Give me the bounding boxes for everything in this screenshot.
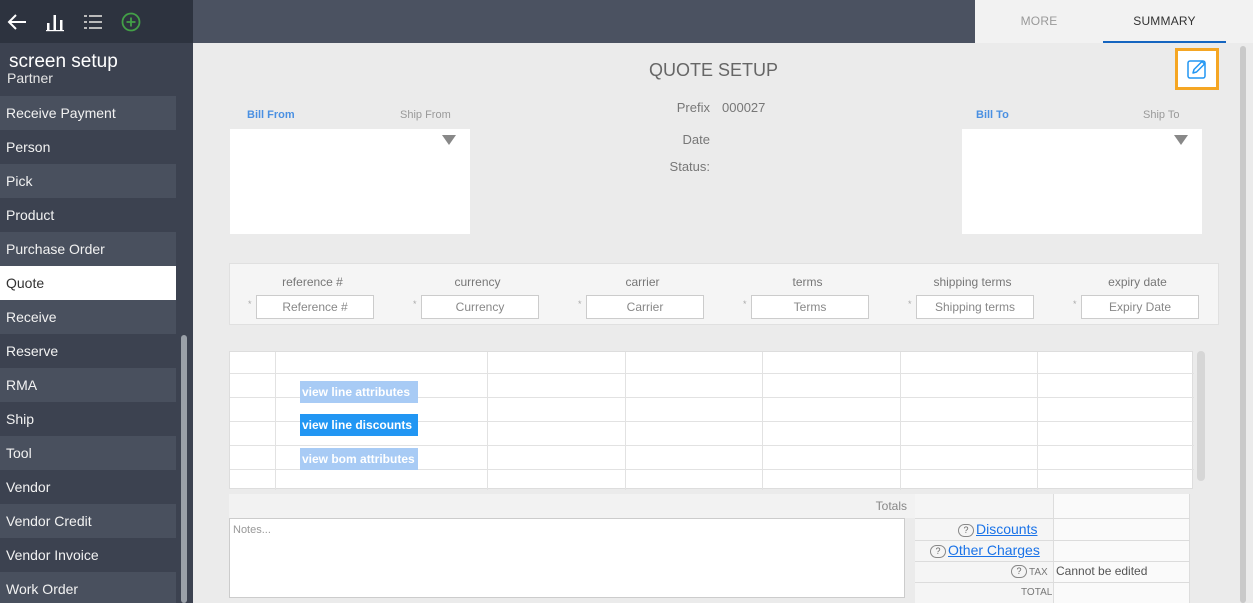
shipping-terms-input[interactable] [916, 295, 1034, 319]
from-address-box[interactable] [230, 129, 470, 234]
carrier-label: carrier [625, 275, 660, 289]
edit-icon [1187, 60, 1206, 79]
required-marker: * [1073, 299, 1077, 309]
reference-label: reference # [282, 275, 343, 289]
sidebar-item-vendor-invoice[interactable]: Vendor Invoice [0, 538, 176, 572]
ship-to-tab[interactable]: Ship To [1143, 109, 1180, 121]
status-label: Status: [669, 159, 710, 174]
help-bubble-icon: ? [958, 524, 974, 537]
sidebar-item-receive[interactable]: Receive [0, 300, 176, 334]
sidebar-item-pick[interactable]: Pick [0, 164, 176, 198]
discounts-label: Discounts [976, 521, 1038, 537]
expiry-date-label: expiry date [1108, 275, 1167, 289]
currency-label: currency [454, 275, 501, 289]
sidebar: Partner screen setup Receive Payment Per… [0, 0, 193, 603]
from-address-dropdown-icon[interactable] [442, 135, 456, 145]
totals-label: Totals [875, 499, 907, 513]
totals-row-divider [915, 582, 1190, 583]
sidebar-item-person[interactable]: Person [0, 130, 176, 164]
sidebar-list: Receive Payment Person Pick Product Purc… [0, 96, 176, 603]
tab-bar: MORE SUMMARY [975, 0, 1253, 43]
prefix-label: Prefix [676, 100, 710, 115]
reference-input[interactable] [256, 295, 374, 319]
main-scrollbar[interactable] [1240, 46, 1246, 603]
tax-row: ? TAX [1011, 565, 1048, 578]
totals-header: Totals [229, 494, 915, 518]
field-currency: currency * [395, 264, 560, 326]
sidebar-item-tool[interactable]: Tool [0, 436, 176, 470]
sidebar-item-rma[interactable]: RMA [0, 368, 176, 402]
sidebar-toolbar [0, 0, 193, 43]
tab-summary[interactable]: SUMMARY [1103, 0, 1226, 43]
help-bubble-icon: ? [930, 545, 946, 558]
expiry-date-input[interactable] [1081, 295, 1199, 319]
field-shipping-terms: shipping terms * [890, 264, 1055, 326]
sidebar-item-quote[interactable]: Quote [0, 266, 176, 300]
sidebar-item-ship[interactable]: Ship [0, 402, 176, 436]
sidebar-item-purchase-order[interactable]: Purchase Order [0, 232, 176, 266]
tax-label: TAX [1029, 567, 1048, 578]
carrier-input[interactable] [586, 295, 704, 319]
sidebar-item-vendor-credit[interactable]: Vendor Credit [0, 504, 176, 538]
add-circle-icon[interactable] [120, 11, 142, 33]
prefix-value: 000027 [722, 100, 766, 115]
grid-scrollbar[interactable] [1197, 351, 1205, 481]
totals-row-divider [915, 540, 1190, 541]
grid-row-divider [230, 445, 1194, 446]
sidebar-item-reserve[interactable]: Reserve [0, 334, 176, 368]
other-charges-label: Other Charges [948, 542, 1040, 558]
totals-row-divider [915, 518, 1190, 519]
page-title: QUOTE SETUP [649, 60, 779, 80]
field-expiry-date: expiry date * [1055, 264, 1220, 326]
grid-row-divider [230, 373, 1194, 374]
view-line-attributes-button[interactable]: view line attributes [300, 381, 418, 403]
tax-value: Cannot be edited [1056, 564, 1148, 578]
field-carrier: carrier * [560, 264, 725, 326]
required-marker: * [413, 299, 417, 309]
tab-more[interactable]: MORE [975, 0, 1103, 43]
sidebar-item-work-order[interactable]: Work Order [0, 572, 176, 603]
sidebar-title: screen setup [9, 51, 118, 72]
main-panel: QUOTE SETUP Bill From Ship From Bill To … [193, 43, 1253, 603]
sidebar-header: Partner screen setup [0, 43, 193, 83]
edit-button[interactable] [1175, 48, 1219, 90]
terms-label: terms [792, 275, 823, 289]
currency-input[interactable] [421, 295, 539, 319]
required-marker: * [743, 299, 747, 309]
ship-from-tab[interactable]: Ship From [400, 109, 451, 121]
bar-chart-icon[interactable] [44, 11, 66, 33]
list-icon[interactable] [82, 11, 104, 33]
quote-fields-panel: reference # * currency * carrier * terms… [229, 263, 1219, 325]
required-marker: * [908, 299, 912, 309]
total-label: TOTAL [1021, 587, 1053, 598]
bill-from-tab[interactable]: Bill From [247, 109, 295, 121]
sidebar-item-vendor[interactable]: Vendor [0, 470, 176, 504]
help-bubble-icon[interactable]: ? [1011, 565, 1027, 578]
to-address-box[interactable] [962, 129, 1202, 234]
discounts-link[interactable]: ? Discounts [958, 521, 1037, 537]
line-items-grid[interactable]: view line attributes view line discounts… [229, 351, 1194, 490]
terms-input[interactable] [751, 295, 869, 319]
sidebar-item-product[interactable]: Product [0, 198, 176, 232]
sidebar-scrollbar[interactable] [181, 335, 187, 603]
back-arrow-icon[interactable] [6, 11, 28, 33]
required-marker: * [578, 299, 582, 309]
sidebar-item-receive-payment[interactable]: Receive Payment [0, 96, 176, 130]
totals-row-divider [915, 561, 1190, 562]
date-label: Date [682, 132, 710, 147]
to-address-dropdown-icon[interactable] [1174, 135, 1188, 145]
bill-to-tab[interactable]: Bill To [976, 109, 1009, 121]
field-reference: reference # * [230, 264, 395, 326]
field-terms: terms * [725, 264, 890, 326]
view-line-discounts-button[interactable]: view line discounts [300, 414, 418, 436]
shipping-terms-label: shipping terms [933, 275, 1012, 289]
notes-textarea[interactable] [229, 518, 905, 598]
totals-value-column [1053, 494, 1190, 603]
view-bom-attributes-button[interactable]: view bom attributes [300, 448, 418, 470]
required-marker: * [248, 299, 252, 309]
top-bar [193, 0, 975, 43]
other-charges-link[interactable]: ? Other Charges [930, 542, 1040, 558]
